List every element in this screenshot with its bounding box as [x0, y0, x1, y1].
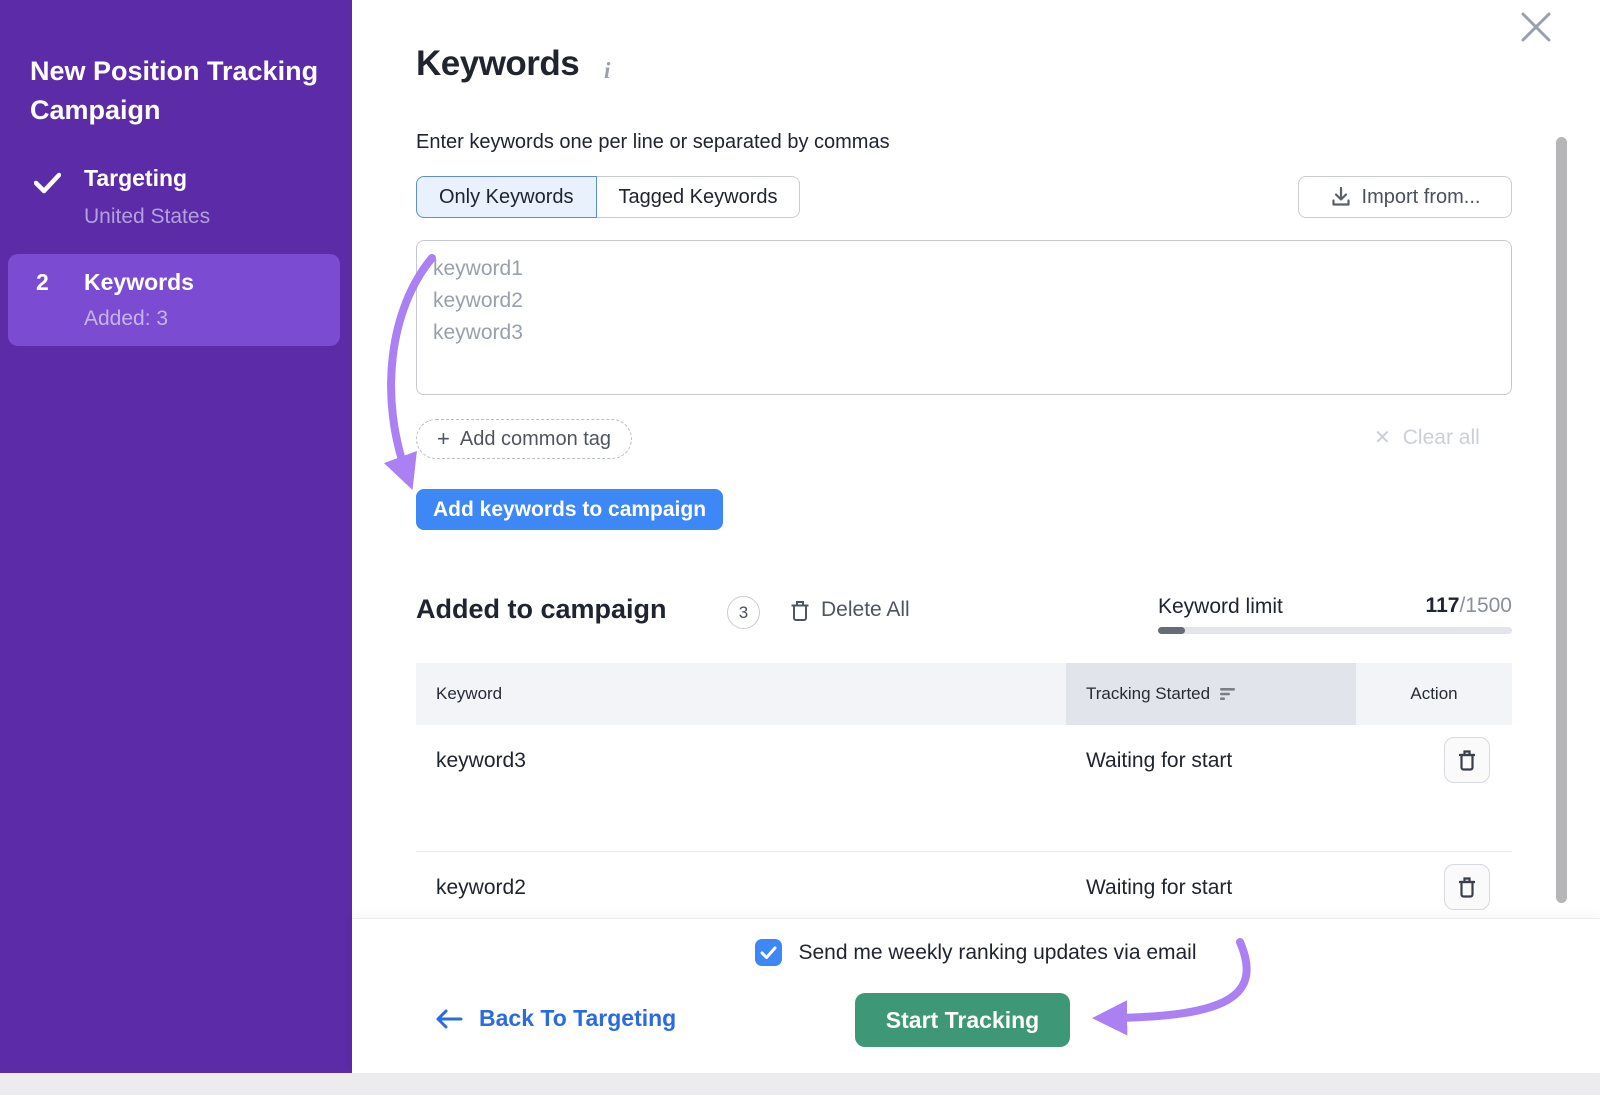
add-common-tag-label: Add common tag [460, 428, 611, 451]
position-tracking-dialog: New Position Tracking Campaign Targeting… [0, 0, 1600, 1095]
import-from-label: Import from... [1362, 186, 1481, 209]
table-header-row: Keyword Tracking Started Action [416, 663, 1512, 725]
delete-all-label: Delete All [821, 598, 910, 622]
delete-all-button[interactable]: Delete All [790, 598, 910, 622]
back-to-targeting-link[interactable]: Back To Targeting [435, 1005, 676, 1032]
trash-icon [1457, 748, 1477, 772]
info-icon[interactable]: i [604, 58, 610, 84]
email-updates-checkbox[interactable] [755, 939, 782, 966]
page-title: Keywords [416, 44, 579, 84]
step-label: Targeting [84, 165, 187, 192]
add-common-tag-button[interactable]: + Add common tag [416, 419, 632, 459]
action-cell [1356, 725, 1512, 783]
delete-keyword-button[interactable] [1444, 737, 1490, 783]
checkmark-icon [34, 172, 61, 199]
keyword-limit-value: 117/1500 [1312, 594, 1512, 618]
action-cell [1356, 852, 1512, 910]
table-row: keyword3 Waiting for start [416, 725, 1512, 852]
column-header-keyword: Keyword [416, 663, 1066, 725]
arrow-left-icon [435, 1008, 463, 1030]
keyword-cell: keyword2 [416, 852, 1066, 900]
delete-keyword-button[interactable] [1444, 864, 1490, 910]
clear-icon: ✕ [1374, 425, 1391, 450]
sort-descending-icon [1220, 687, 1237, 701]
keyword-entry-tabs: Only Keywords Tagged Keywords [416, 176, 800, 218]
column-header-tracking-started[interactable]: Tracking Started [1066, 663, 1356, 725]
step-sublabel: Added: 3 [84, 307, 168, 331]
status-cell: Waiting for start [1066, 852, 1356, 900]
keyword-cell: keyword3 [416, 725, 1066, 773]
trash-icon [790, 599, 810, 622]
column-header-action: Action [1356, 663, 1512, 725]
status-cell: Waiting for start [1066, 725, 1356, 773]
clear-all-label: Clear all [1403, 426, 1480, 450]
add-keywords-to-campaign-button[interactable]: Add keywords to campaign [416, 489, 723, 530]
step-sublabel: United States [84, 205, 210, 229]
plus-icon: + [437, 426, 450, 452]
sidebar-item-keywords[interactable]: 2 Keywords Added: 3 [8, 254, 340, 346]
back-to-targeting-label: Back To Targeting [479, 1005, 676, 1032]
keyword-limit-progressbar [1158, 627, 1512, 634]
limit-used: 117 [1426, 594, 1460, 617]
vertical-scrollbar[interactable] [1556, 137, 1567, 903]
email-updates-row: Send me weekly ranking updates via email [352, 939, 1600, 966]
step-label: Keywords [84, 269, 194, 296]
wizard-sidebar: New Position Tracking Campaign Targeting… [0, 0, 352, 1073]
close-icon[interactable] [1514, 6, 1558, 50]
added-to-campaign-title: Added to campaign [416, 594, 667, 625]
added-count-badge: 3 [727, 596, 760, 629]
keyword-limit-progress-fill [1158, 627, 1185, 634]
column-header-label: Tracking Started [1086, 684, 1210, 704]
keyword-limit-label: Keyword limit [1158, 595, 1283, 619]
start-tracking-button[interactable]: Start Tracking [855, 993, 1070, 1047]
modal: New Position Tracking Campaign Targeting… [0, 0, 1600, 1073]
tab-only-keywords[interactable]: Only Keywords [416, 176, 597, 218]
download-icon [1330, 186, 1352, 208]
dialog-footer: Send me weekly ranking updates via email… [352, 918, 1600, 1073]
trash-icon [1457, 875, 1477, 899]
email-updates-label: Send me weekly ranking updates via email [798, 941, 1196, 965]
keywords-instruction: Enter keywords one per line or separated… [416, 131, 890, 154]
tab-tagged-keywords[interactable]: Tagged Keywords [597, 176, 801, 218]
keywords-input[interactable] [416, 240, 1512, 395]
step-number: 2 [36, 269, 49, 296]
import-from-button[interactable]: Import from... [1298, 176, 1512, 218]
wizard-title: New Position Tracking Campaign [30, 52, 330, 130]
limit-total: /1500 [1459, 594, 1512, 617]
clear-all-button[interactable]: ✕ Clear all [1374, 425, 1480, 450]
